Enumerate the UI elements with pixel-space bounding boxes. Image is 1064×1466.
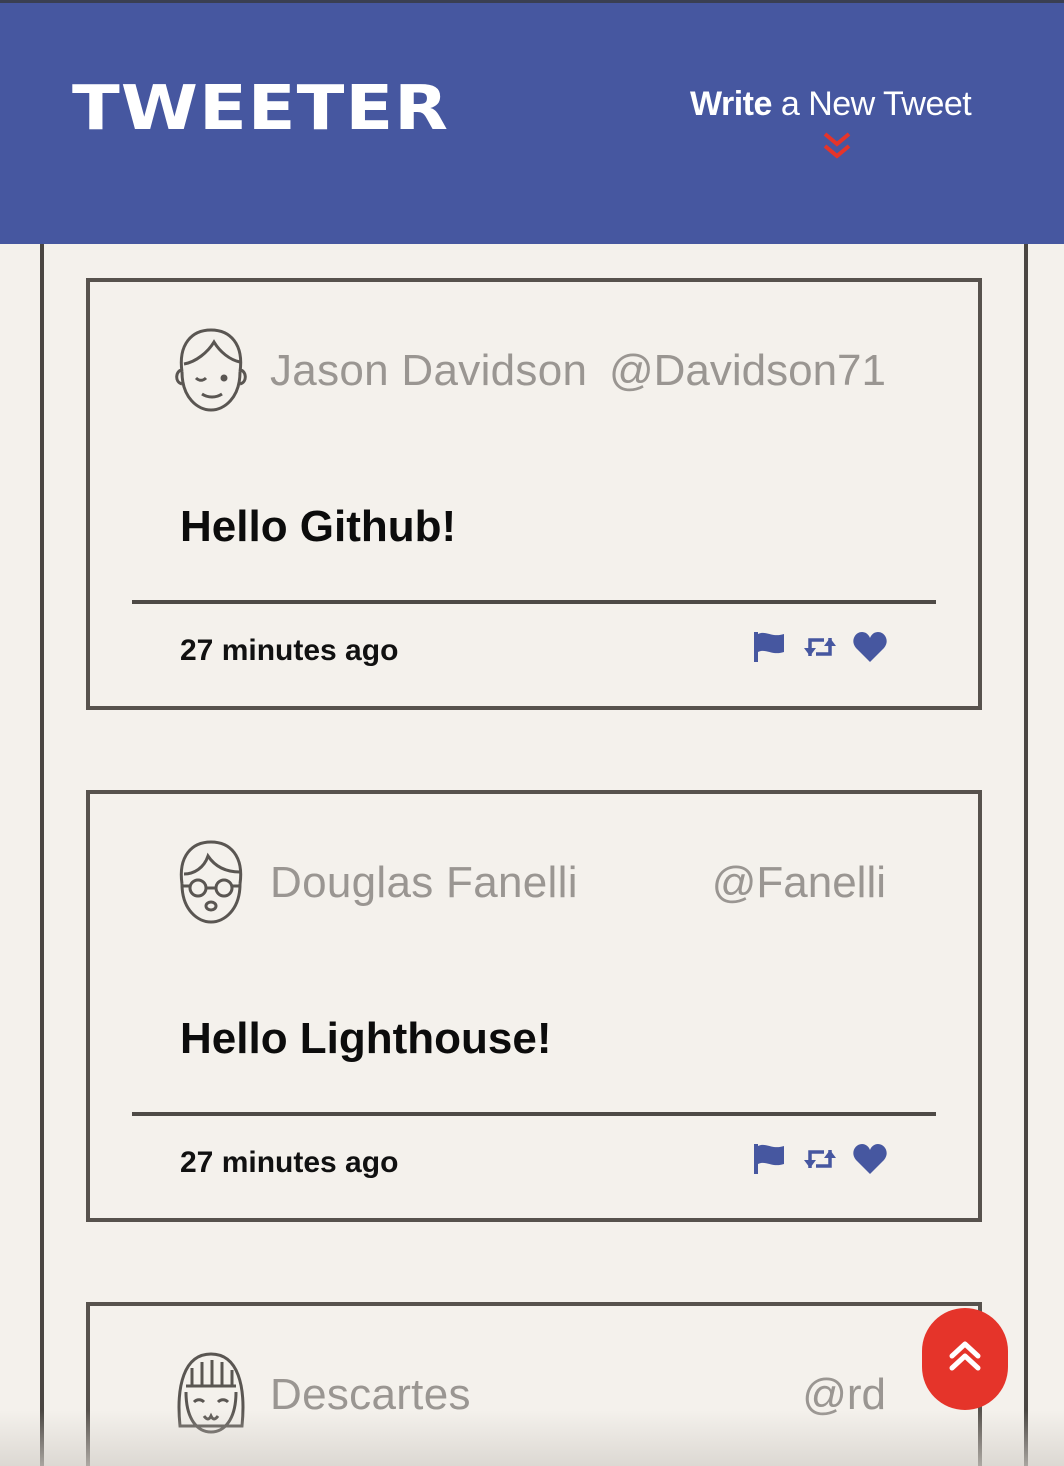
top-nav: TWEETER Write a New Tweet [0, 0, 1064, 244]
retweet-icon[interactable] [802, 1142, 838, 1176]
tweet-card: Jason Davidson @Davidson71 Hello Github!… [86, 278, 982, 710]
tweet-author-name: Jason Davidson [270, 346, 588, 395]
tweet-text: Hello Lighthouse! [180, 1014, 552, 1063]
tweet-author-handle: @Davidson71 [608, 346, 886, 395]
man-with-glasses-avatar-icon [179, 840, 243, 924]
page: TWEETER Write a New Tweet Jason Davidson… [0, 0, 1064, 1466]
tweet-divider [132, 1112, 936, 1116]
flag-icon[interactable] [752, 1142, 788, 1176]
tweet-text: Hello Github! [180, 502, 457, 551]
flag-icon[interactable] [752, 630, 788, 664]
tweet-timestamp: 27 minutes ago [180, 634, 399, 667]
tweet-divider [132, 600, 936, 604]
tweet-timestamp: 27 minutes ago [180, 1146, 399, 1179]
heart-icon[interactable] [852, 630, 888, 664]
tweet-author-name: Douglas Fanelli [270, 858, 578, 907]
smiling-man-avatar-icon [175, 328, 247, 412]
logo: TWEETER [72, 71, 450, 144]
heart-icon[interactable] [852, 1142, 888, 1176]
double-chevron-down-icon[interactable] [820, 129, 854, 163]
bottom-fade [0, 1410, 1064, 1466]
write-new-tweet-button[interactable]: Write a New Tweet [690, 87, 990, 121]
tweet-card: Douglas Fanelli @Fanelli Hello Lighthous… [86, 790, 982, 1222]
scroll-to-top-button[interactable] [922, 1308, 1008, 1410]
compose-label-bold: Write [690, 85, 772, 123]
compose-label-rest: a New Tweet [771, 85, 972, 123]
tweet-actions [752, 630, 892, 664]
retweet-icon[interactable] [802, 630, 838, 664]
double-chevron-up-icon [949, 1341, 981, 1371]
tweet-author-handle: @Fanelli [711, 858, 886, 907]
tweet-actions [752, 1142, 892, 1176]
